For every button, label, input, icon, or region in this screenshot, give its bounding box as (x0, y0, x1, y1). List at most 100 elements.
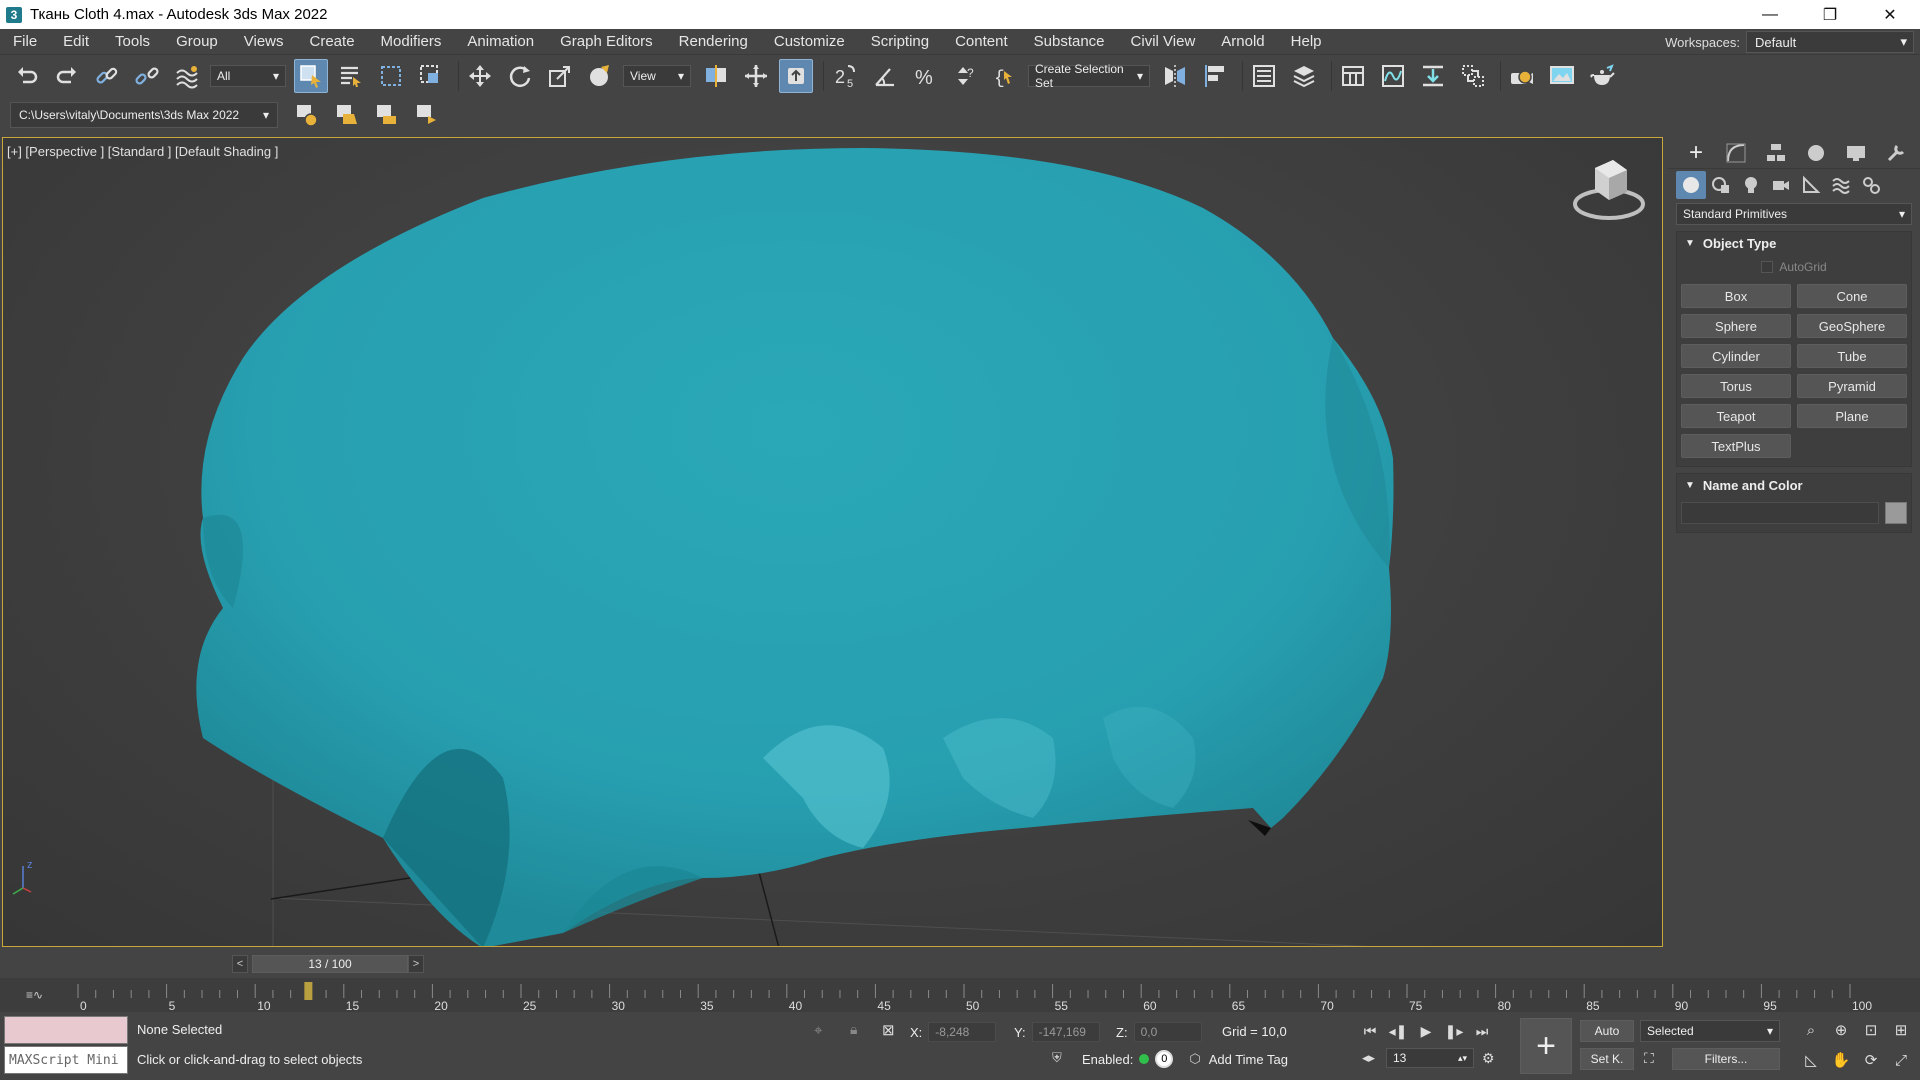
tab-systems[interactable] (1856, 171, 1886, 199)
curve-toggle-icon[interactable]: ≡∿ (26, 988, 43, 1002)
box-button[interactable]: Box (1681, 284, 1791, 308)
tab-create[interactable]: + (1676, 138, 1716, 168)
enabled-count[interactable]: 0 (1155, 1050, 1174, 1068)
tube-button[interactable]: Tube (1797, 344, 1907, 368)
menu-animation[interactable]: Animation (454, 29, 547, 55)
perspective-viewport[interactable]: z [+] [Perspective ] [Standard ] [Defaul… (2, 137, 1663, 947)
autogrid-checkbox[interactable]: AutoGrid (1677, 254, 1911, 280)
toggle-ribbon-button[interactable] (1336, 59, 1370, 93)
redo-button[interactable] (50, 59, 84, 93)
percent-snap-button[interactable]: % (908, 59, 942, 93)
current-frame-input[interactable]: 13 ▴▾ (1386, 1048, 1474, 1068)
go-to-start-icon[interactable]: ⏮ (1356, 1020, 1384, 1042)
tab-cameras[interactable] (1766, 171, 1796, 199)
menu-content[interactable]: Content (942, 29, 1021, 55)
select-and-move-button[interactable] (463, 59, 497, 93)
select-object-button[interactable] (294, 59, 328, 93)
isolate-selection-icon[interactable]: ⌖ (814, 1022, 822, 1039)
name-and-color-header[interactable]: ▼ Name and Color (1677, 474, 1911, 496)
cylinder-button[interactable]: Cylinder (1681, 344, 1791, 368)
select-and-place-button[interactable] (583, 59, 617, 93)
create-selection-set-dropdown[interactable]: Create Selection Set ▾ (1028, 62, 1150, 90)
app-icon[interactable]: 3 (6, 6, 22, 23)
minimize-button[interactable]: — (1740, 0, 1800, 29)
rectangular-selection-button[interactable] (374, 59, 408, 93)
keyboard-shortcut-override-button[interactable] (779, 59, 813, 93)
select-and-rotate-button[interactable] (503, 59, 537, 93)
z-input[interactable]: 0,0 (1133, 1022, 1202, 1042)
auto-key-button[interactable]: Auto (1580, 1020, 1634, 1042)
plane-button[interactable]: Plane (1797, 404, 1907, 428)
lock-icon[interactable]: 🔒︎ (850, 1021, 857, 1038)
object-color-swatch[interactable] (1885, 502, 1907, 524)
maxscript-output[interactable] (4, 1016, 128, 1044)
track-bar[interactable]: 0 5 10 15 20 25 30 35 40 45 50 55 60 65 70 75 80 85 90 95 10… (0, 978, 1920, 1012)
tab-space-warps[interactable] (1826, 171, 1856, 199)
tab-shapes[interactable] (1706, 171, 1736, 199)
undo-button[interactable] (10, 59, 44, 93)
view-cube[interactable] (1573, 160, 1645, 220)
set-key-big-button[interactable]: + (1520, 1018, 1572, 1074)
menu-file[interactable]: File (0, 29, 50, 55)
cloth-object[interactable] (196, 148, 1394, 947)
time-configuration-icon[interactable]: ⚙ (1482, 1050, 1495, 1067)
project-path-dropdown[interactable]: C:\Users\vitaly\Documents\3ds Max 2022 ▾ (10, 102, 278, 128)
tab-helpers[interactable] (1796, 171, 1826, 199)
snaps-toggle-button[interactable]: 25 (828, 59, 862, 93)
restore-button[interactable]: ❐ (1800, 0, 1860, 29)
time-slider[interactable]: < 13 / 100 > (0, 953, 1920, 975)
zoom-all-icon[interactable]: ⊕ (1826, 1018, 1856, 1042)
maximize-viewport-icon[interactable]: ⤢ (1886, 1048, 1916, 1072)
unlink-button[interactable] (130, 59, 164, 93)
geosphere-button[interactable]: GeoSphere (1797, 314, 1907, 338)
menu-edit[interactable]: Edit (50, 29, 102, 55)
object-type-header[interactable]: ▼ Object Type (1677, 232, 1911, 254)
close-button[interactable]: ✕ (1860, 0, 1920, 29)
project-settings-button[interactable] (290, 98, 324, 132)
field-of-view-icon[interactable]: ◺ (1796, 1048, 1826, 1072)
tab-display[interactable] (1836, 138, 1876, 168)
menu-graph-editors[interactable]: Graph Editors (547, 29, 666, 55)
window-crossing-button[interactable] (414, 59, 448, 93)
pivot-center-button[interactable] (699, 59, 733, 93)
layer-explorer-button[interactable] (1287, 59, 1321, 93)
key-mode-icon[interactable]: ◂▸ (1362, 1050, 1375, 1066)
mirror-button[interactable] (1158, 59, 1192, 93)
material-editor-button[interactable] (1456, 59, 1490, 93)
time-slider-prev[interactable]: < (232, 955, 248, 973)
render-setup-button[interactable] (1505, 59, 1539, 93)
add-time-tag[interactable]: Add Time Tag (1209, 1052, 1288, 1067)
manipulate-button[interactable] (739, 59, 773, 93)
schematic-view-button[interactable] (1416, 59, 1450, 93)
time-slider-next[interactable]: > (408, 955, 424, 973)
tab-hierarchy[interactable] (1756, 138, 1796, 168)
play-icon[interactable]: ▶ (1412, 1020, 1440, 1042)
select-and-scale-button[interactable] (543, 59, 577, 93)
rendered-frame-window-button[interactable] (1545, 59, 1579, 93)
go-to-end-icon[interactable]: ⏭ (1468, 1020, 1496, 1042)
adaptive-degradation-icon[interactable]: ⛨ (1052, 1050, 1062, 1066)
object-name-input[interactable] (1681, 502, 1879, 524)
project-open-button[interactable] (410, 98, 444, 132)
menu-arnold[interactable]: Arnold (1208, 29, 1277, 55)
edit-named-selection-button[interactable]: { (988, 59, 1022, 93)
zoom-extents-icon[interactable]: ⊡ (1856, 1018, 1886, 1042)
menu-tools[interactable]: Tools (102, 29, 163, 55)
curve-editor-button[interactable] (1376, 59, 1410, 93)
bind-space-warp-button[interactable] (170, 59, 204, 93)
maxscript-input[interactable]: MAXScript Mini (4, 1046, 128, 1074)
selection-filter-dropdown[interactable]: All ▾ (210, 65, 286, 87)
menu-customize[interactable]: Customize (761, 29, 858, 55)
project-folder-button[interactable] (330, 98, 364, 132)
x-input[interactable]: -8,248 (928, 1022, 997, 1042)
menu-scripting[interactable]: Scripting (858, 29, 942, 55)
y-input[interactable]: -147,169 (1031, 1022, 1100, 1042)
menu-rendering[interactable]: Rendering (666, 29, 761, 55)
tab-motion[interactable] (1796, 138, 1836, 168)
link-button[interactable] (90, 59, 124, 93)
textplus-button[interactable]: TextPlus (1681, 434, 1791, 458)
key-filters-icon[interactable]: ⛶ (1644, 1050, 1654, 1067)
previous-frame-icon[interactable]: ◂❚ (1384, 1020, 1412, 1042)
menu-help[interactable]: Help (1278, 29, 1335, 55)
key-set-dropdown[interactable]: Selected ▾ (1640, 1020, 1780, 1042)
